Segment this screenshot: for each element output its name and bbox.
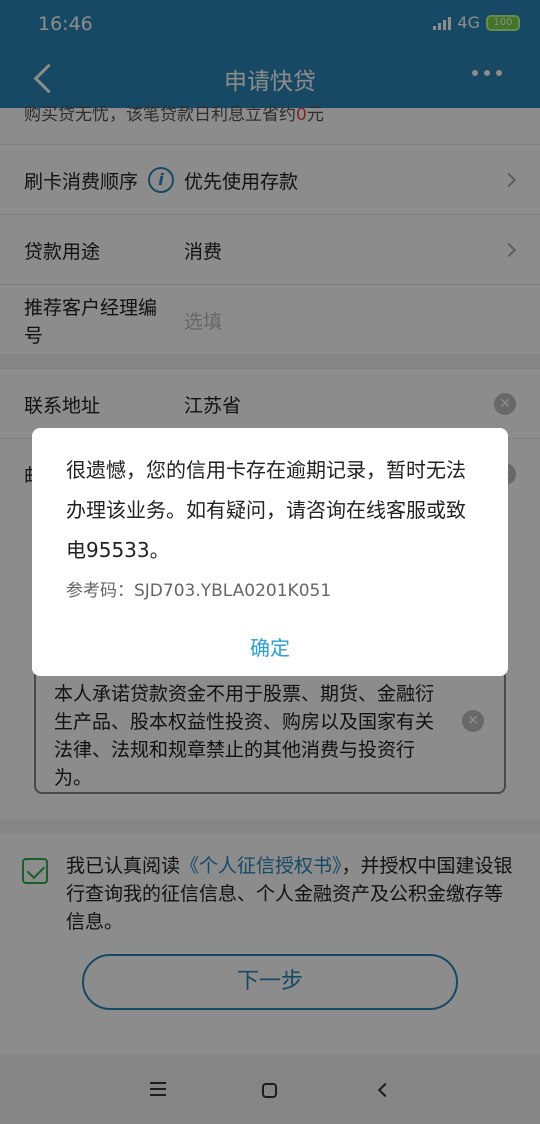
- reference-code: 参考码：SJD703.YBLA0201K051: [66, 581, 332, 601]
- confirm-button[interactable]: 确定: [32, 632, 508, 661]
- error-dialog: 很遗憾，您的信用卡存在逾期记录，暂时无法办理该业务。如有疑问，请咨询在线客服或致…: [32, 428, 508, 676]
- dialog-message: 很遗憾，您的信用卡存在逾期记录，暂时无法办理该业务。如有疑问，请咨询在线客服或致…: [66, 458, 466, 562]
